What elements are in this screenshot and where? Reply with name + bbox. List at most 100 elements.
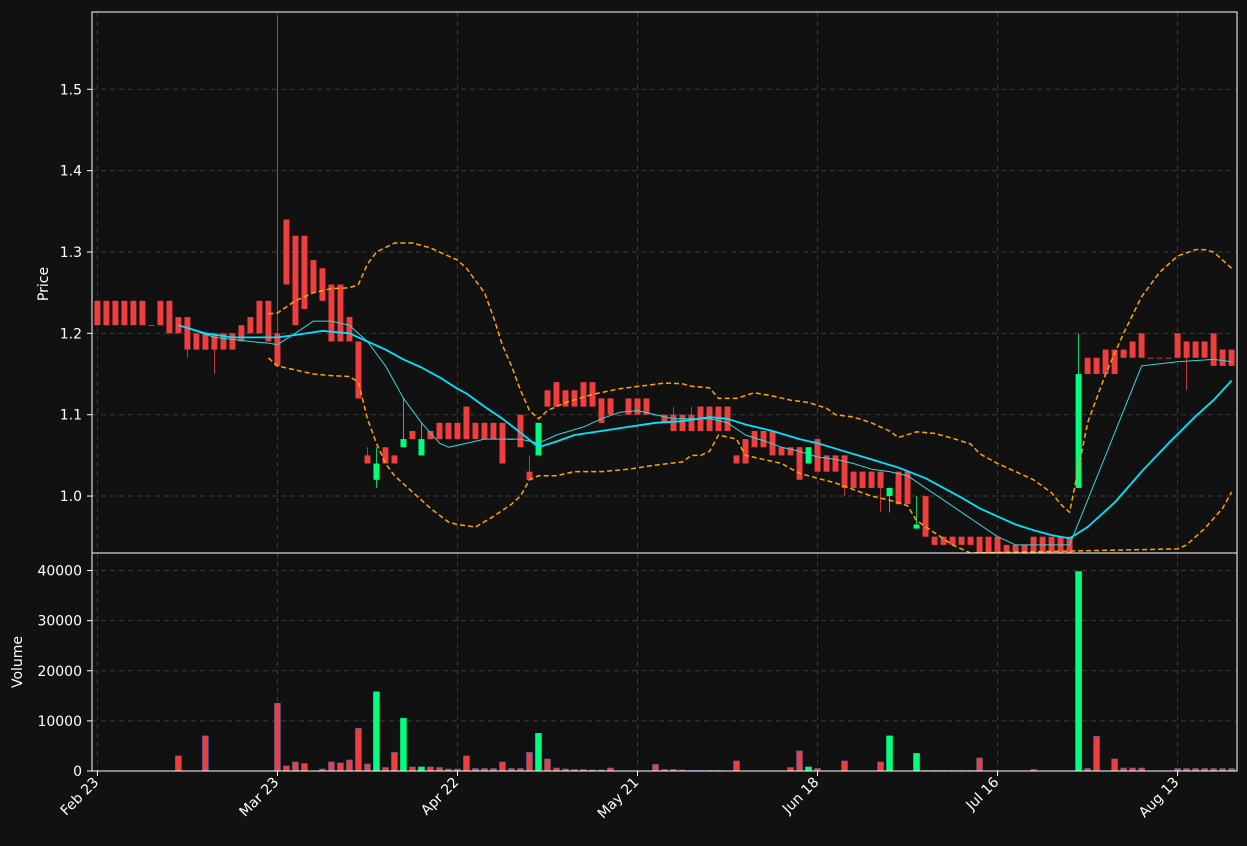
candle-body <box>805 447 812 464</box>
candle-body <box>1120 349 1127 358</box>
candle-body <box>1174 333 1181 358</box>
candle-body <box>1147 357 1154 359</box>
candle-body <box>607 398 614 415</box>
candle-body <box>103 300 110 326</box>
candle-body <box>904 471 911 505</box>
candle-body <box>112 300 119 326</box>
candle-body <box>391 455 398 464</box>
volume-bar <box>292 761 299 771</box>
candle-body <box>994 536 1001 553</box>
volume-y-tick-label: 40000 <box>37 564 82 580</box>
candle-body <box>373 463 380 480</box>
candle-body <box>157 300 164 326</box>
candle-body <box>463 406 470 440</box>
price-y-tick-label: 1.5 <box>60 82 82 98</box>
candle-body <box>1219 349 1226 366</box>
price-y-tick-label: 1.3 <box>60 245 82 261</box>
candle-body <box>328 284 335 342</box>
volume-bar <box>364 763 371 771</box>
candle-body <box>346 317 353 342</box>
candle-body <box>931 536 938 545</box>
price-y-tick-label: 1.2 <box>60 326 82 342</box>
candle-body <box>751 430 758 448</box>
volume-bar <box>535 733 542 771</box>
candle-body <box>949 536 956 545</box>
candle-body <box>1156 357 1163 359</box>
stock-chart: Feb 23 Mar 23 Apr 22 May 21 Jun 18 Jul 16 Aug … <box>0 0 1247 842</box>
candle-body <box>490 422 497 440</box>
candle-body <box>688 414 695 431</box>
candle-body <box>256 300 263 334</box>
volume-bar <box>733 760 740 771</box>
candle-body <box>1138 333 1145 358</box>
candle-body <box>1084 357 1091 375</box>
candle-body <box>544 390 551 407</box>
volume-bar <box>274 703 281 771</box>
candle-body <box>742 439 749 464</box>
volume-bar <box>652 764 659 771</box>
volume-bar <box>877 761 884 771</box>
candle-body <box>580 382 587 407</box>
candle-body <box>913 524 920 529</box>
candle-body <box>409 430 416 440</box>
volume-bar <box>283 765 290 771</box>
volume-bar <box>202 735 209 771</box>
volume-bar <box>373 691 380 771</box>
volume-bar <box>913 753 920 771</box>
candle-body <box>535 422 542 456</box>
volume-y-tick-label: 0 <box>73 764 82 780</box>
candle-body <box>868 471 875 488</box>
chart-canvas: Feb 23 Mar 23 Apr 22 May 21 Jun 18 Jul 16 Aug … <box>0 0 1247 842</box>
volume-bar <box>418 766 425 771</box>
volume-bar <box>382 767 389 771</box>
candle-body <box>850 471 857 488</box>
candle-body <box>832 455 839 472</box>
candle-body <box>310 260 317 293</box>
volume-bar <box>427 766 434 771</box>
candle-body <box>877 471 884 488</box>
candle-body <box>886 487 893 497</box>
volume-bar <box>355 728 362 771</box>
volume-bar <box>526 752 533 771</box>
candle-body <box>139 300 146 326</box>
candle-body <box>1102 349 1109 375</box>
volume-y-tick-label: 20000 <box>37 664 82 680</box>
candle-body <box>571 390 578 407</box>
candle-body <box>1093 357 1100 375</box>
volume-bar <box>796 750 803 771</box>
candle-body <box>1201 341 1208 358</box>
volume-bar <box>1111 758 1118 771</box>
candle-body <box>733 455 740 464</box>
candle-body <box>1165 357 1172 359</box>
volume-bar <box>1093 736 1100 771</box>
candle-body <box>499 422 506 464</box>
candle-body <box>625 398 632 415</box>
candle-body <box>265 300 272 342</box>
volume-bar <box>400 718 407 771</box>
candle-body <box>202 333 209 350</box>
candle-body <box>1210 333 1217 366</box>
candle-body <box>679 414 686 431</box>
candle-body <box>616 414 623 416</box>
candle-body <box>454 422 461 440</box>
volume-bar <box>328 761 335 771</box>
volume-bar <box>544 758 551 771</box>
candle-body <box>247 317 254 334</box>
candle-body <box>922 496 929 537</box>
candle-body <box>481 422 488 440</box>
volume-bar <box>841 760 848 771</box>
candle-body <box>238 325 245 342</box>
volume-bar <box>391 752 398 771</box>
price-axis-label: Price <box>36 267 52 301</box>
candle-body <box>1228 349 1235 366</box>
price-y-tick-label: 1.0 <box>60 489 82 505</box>
candle-body <box>229 333 236 350</box>
candle-body <box>1192 341 1199 358</box>
candle-body <box>418 439 425 456</box>
chart-background <box>0 0 1247 842</box>
price-y-tick-label: 1.4 <box>60 164 82 180</box>
candle-body <box>301 235 308 309</box>
candle-body <box>445 422 452 440</box>
candle-body <box>193 333 200 350</box>
candle-body <box>292 235 299 326</box>
